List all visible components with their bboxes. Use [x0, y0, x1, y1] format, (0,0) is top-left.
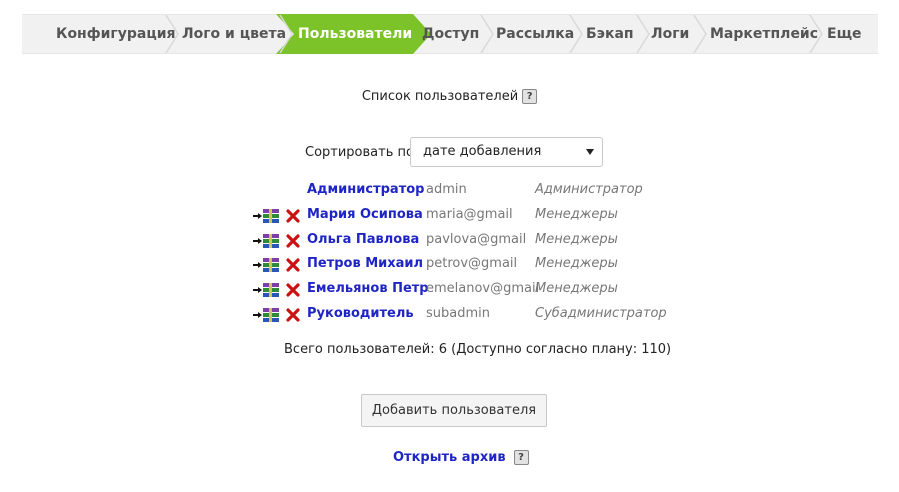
tab-more[interactable]: Еще [827, 15, 862, 53]
user-group: Менеджеры [535, 281, 618, 296]
tab-logs[interactable]: Логи [651, 15, 689, 53]
user-group: Администратор [535, 182, 643, 197]
tab-separator [636, 15, 650, 53]
user-group: Менеджеры [535, 232, 618, 247]
open-archive-link[interactable]: Открыть архив [393, 450, 506, 465]
user-login: emelanov@gmail [426, 281, 540, 296]
tab-logo-colors[interactable]: Лого и цвета [182, 15, 286, 53]
tab-separator [480, 15, 494, 53]
add-user-button[interactable]: Добавить пользователя [361, 394, 547, 427]
delete-x-icon[interactable] [286, 234, 300, 248]
user-name-link[interactable]: Ольга Павлова [307, 232, 419, 247]
tab-separator [569, 15, 583, 53]
user-login: petrov@gmail [426, 256, 518, 271]
tab-separator [279, 15, 293, 53]
user-login: maria@gmail [426, 207, 513, 222]
user-name-link[interactable]: Емельянов Петр [307, 281, 429, 296]
users-total: Всего пользователей: 6 (Доступно согласн… [284, 342, 672, 357]
tab-configuration[interactable]: Конфигурация [56, 15, 176, 53]
user-login: pavlova@gmail [426, 232, 527, 247]
move-to-archive-icon[interactable] [252, 233, 280, 249]
user-name-link[interactable]: Петров Михаил [307, 256, 423, 271]
move-to-archive-icon[interactable] [252, 307, 280, 323]
sort-label: Сортировать по: [305, 145, 419, 160]
dropdown-arrow-icon [586, 149, 594, 155]
user-name-link[interactable]: Мария Осипова [307, 207, 423, 222]
list-item: Ольга Павлова pavlova@gmail Менеджеры [0, 230, 899, 250]
user-group: Менеджеры [535, 207, 618, 222]
list-item: Емельянов Петр emelanov@gmail Менеджеры [0, 279, 899, 299]
archive-row: Открыть архив? [393, 450, 529, 465]
move-to-archive-icon[interactable] [252, 257, 280, 273]
tab-separator [809, 15, 823, 53]
list-item: Мария Осипова maria@gmail Менеджеры [0, 205, 899, 225]
tab-backup[interactable]: Бэкап [586, 15, 634, 53]
tab-mailing[interactable]: Рассылка [496, 15, 574, 53]
sort-select[interactable]: дате добавления [410, 137, 603, 167]
user-group: Менеджеры [535, 256, 618, 271]
tab-users[interactable]: Пользователи [298, 15, 412, 53]
tab-separator [165, 15, 179, 53]
move-to-archive-icon[interactable] [252, 282, 280, 298]
list-item: Руководитель subadmin Субадминистратор [0, 304, 899, 324]
delete-x-icon[interactable] [286, 283, 300, 297]
help-question-icon[interactable]: ? [522, 89, 538, 104]
list-item: Петров Михаил petrov@gmail Менеджеры [0, 254, 899, 274]
delete-x-icon[interactable] [286, 258, 300, 272]
breadcrumb-nav: Конфигурация Лого и цвета Пользователи Д… [22, 14, 878, 54]
move-to-archive-icon[interactable] [252, 208, 280, 224]
user-name-link[interactable]: Руководитель [307, 306, 414, 321]
user-login: admin [426, 182, 467, 197]
user-name-link[interactable]: Администратор [307, 182, 424, 197]
tab-access[interactable]: Доступ [422, 15, 479, 53]
delete-x-icon[interactable] [286, 308, 300, 322]
help-question-icon[interactable]: ? [513, 450, 529, 465]
user-login: subadmin [426, 306, 490, 321]
page-title: Список пользователей [361, 89, 519, 104]
tab-marketplace[interactable]: Маркетплейс [710, 15, 818, 53]
delete-x-icon[interactable] [286, 209, 300, 223]
list-item: Администратор admin Администратор [0, 180, 899, 200]
sort-selected-value: дате добавления [423, 144, 542, 159]
user-group: Субадминистратор [535, 306, 667, 321]
tab-separator [693, 15, 707, 53]
users-list-header: Список пользователей? [0, 89, 899, 104]
